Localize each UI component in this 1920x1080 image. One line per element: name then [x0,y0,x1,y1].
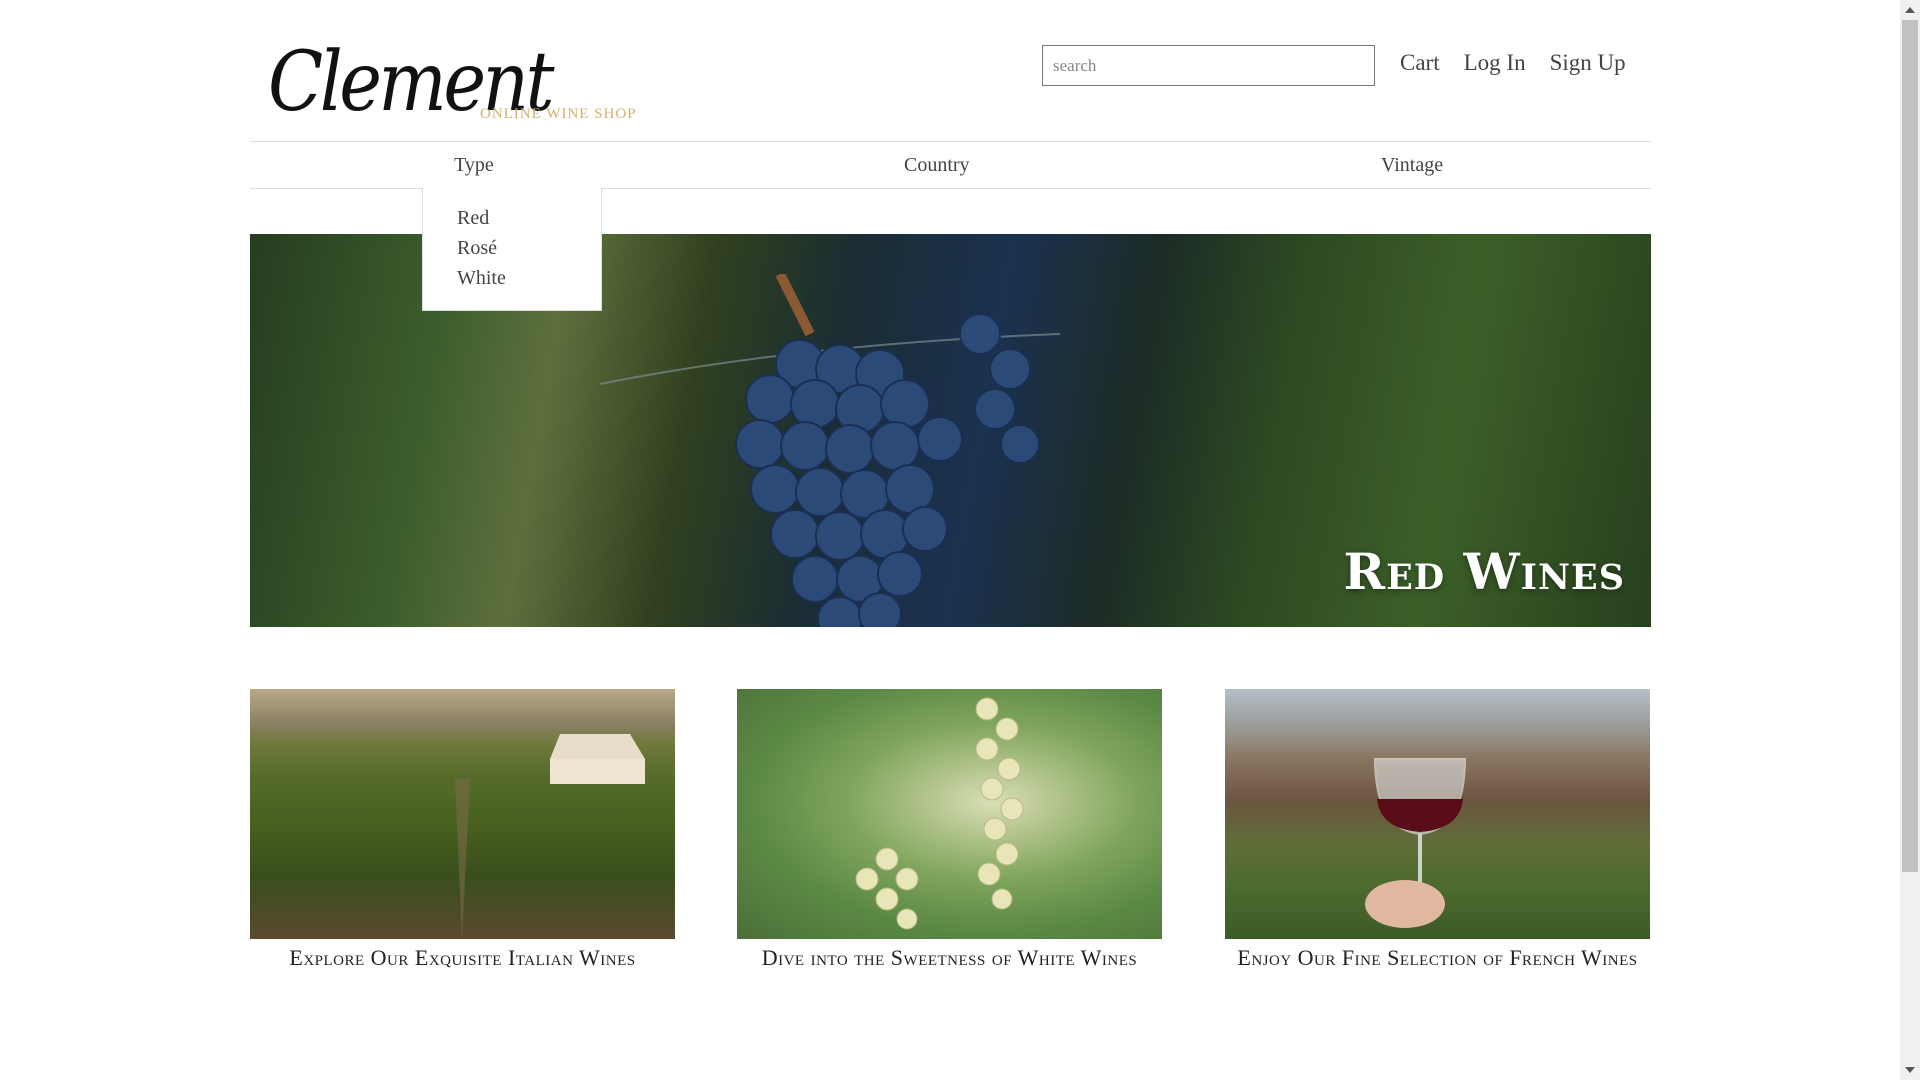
category-type[interactable]: Type [454,154,494,177]
card-caption-white[interactable]: Dive into the Sweetness of White Wines [737,945,1162,971]
search-input[interactable] [1042,45,1375,86]
card-caption-italian[interactable]: Explore Our Exquisite Italian Wines [250,945,675,971]
page: Clement ONLINE WINE SHOP Cart Log In Sig… [250,0,1651,1080]
dropdown-item-red[interactable]: Red [457,203,601,233]
scroll-down-arrow-icon[interactable] [1900,1060,1920,1080]
login-link[interactable]: Log In [1464,50,1526,76]
white-grapes-image[interactable] [737,689,1162,939]
grapes-illustration [600,274,1060,627]
dropdown-item-rose[interactable]: Rosé [457,233,601,263]
hero-title: Red Wines [1343,542,1625,601]
card-italian-wines: Explore Our Exquisite Italian Wines [250,689,675,971]
page-scrollbar[interactable] [1900,0,1920,1080]
cart-link[interactable]: Cart [1400,50,1440,76]
vineyard-image[interactable] [250,689,675,939]
type-dropdown-menu: Red Rosé White [422,188,602,311]
scroll-thumb[interactable] [1902,20,1918,872]
signup-link[interactable]: Sign Up [1550,50,1626,76]
site-header: Clement ONLINE WINE SHOP Cart Log In Sig… [250,0,1651,141]
account-nav: Cart Log In Sign Up [1400,50,1626,76]
category-country[interactable]: Country [904,154,970,177]
logo-tagline: ONLINE WINE SHOP [480,106,637,122]
card-caption-french[interactable]: Enjoy Our Fine Selection of French Wines [1225,945,1650,971]
card-white-wines: Dive into the Sweetness of White Wines [737,689,1162,971]
scroll-up-arrow-icon[interactable] [1900,0,1920,20]
category-vintage[interactable]: Vintage [1381,154,1443,177]
card-french-wines: Enjoy Our Fine Selection of French Wines [1225,689,1650,971]
wine-glass-image[interactable] [1225,689,1650,939]
category-nav: Type Country Vintage [250,141,1651,189]
dropdown-item-white[interactable]: White [457,263,601,293]
logo[interactable]: Clement ONLINE WINE SHOP [268,38,636,128]
